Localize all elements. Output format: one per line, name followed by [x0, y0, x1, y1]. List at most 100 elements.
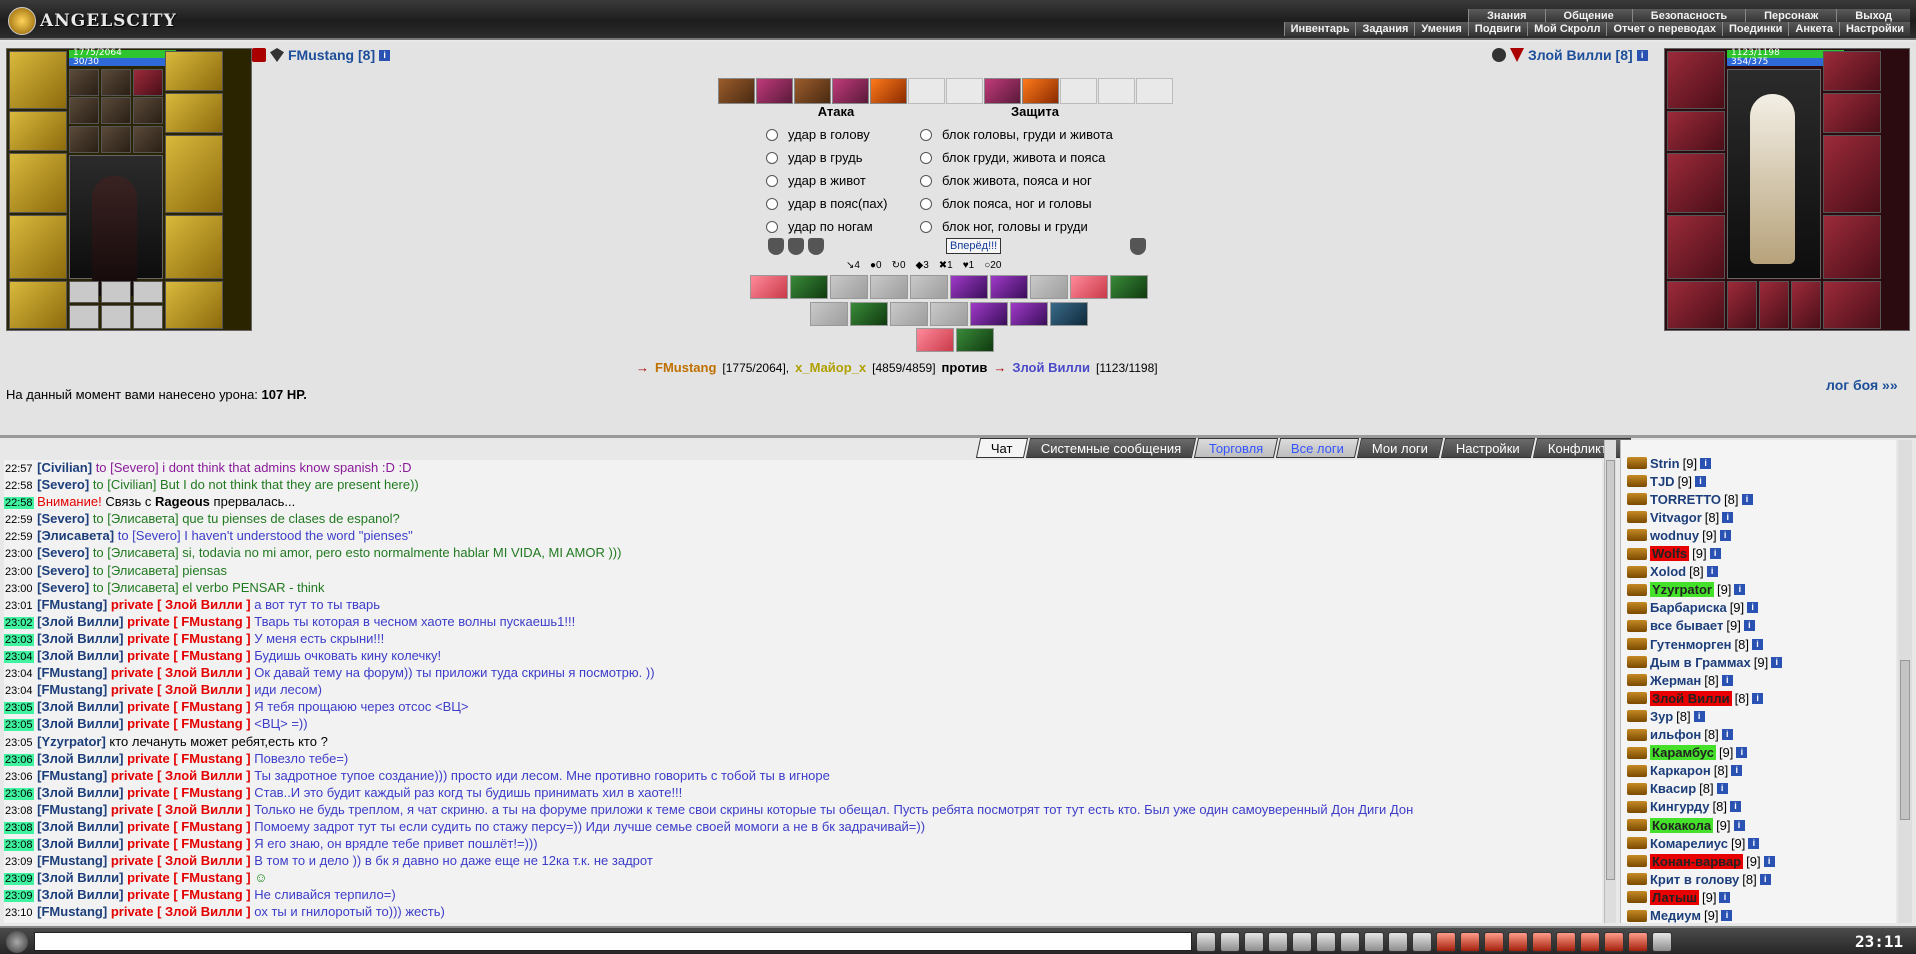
- rune-slot-5[interactable]: [101, 97, 131, 124]
- skill-slot-8[interactable]: [984, 78, 1021, 104]
- menu-settings[interactable]: Настройки: [1838, 22, 1910, 36]
- private-hand-icon[interactable]: [1627, 457, 1647, 469]
- go-button[interactable]: Вперёд!!!: [946, 238, 1002, 254]
- chat-private-target[interactable]: private [ FMustang ]: [127, 836, 251, 851]
- online-user-name[interactable]: Yzyrpator: [1650, 582, 1714, 598]
- private-hand-icon[interactable]: [1627, 475, 1647, 488]
- radio-button[interactable]: [920, 128, 932, 141]
- online-user[interactable]: TJD [9] i: [1627, 472, 1707, 490]
- skill-slot-5[interactable]: [870, 78, 907, 104]
- armor-slot[interactable]: [1667, 215, 1725, 279]
- online-user-name[interactable]: Карамбус: [1650, 745, 1716, 761]
- chat-log[interactable]: 22:57 [Civilian] to [Severo] i dont thin…: [4, 460, 1602, 923]
- chat-private-target[interactable]: private [ Злой Вилли ]: [111, 802, 251, 817]
- attack-groin[interactable]: удар в пояс(пах): [766, 192, 906, 215]
- shield-icon[interactable]: [1130, 238, 1146, 255]
- chat-user[interactable]: Rageous: [155, 494, 210, 509]
- chat-sender[interactable]: [Злой Вилли]: [37, 819, 123, 834]
- private-hand-icon[interactable]: [1627, 511, 1647, 524]
- weapon-slot[interactable]: [9, 153, 67, 213]
- info-icon[interactable]: i: [1741, 493, 1753, 505]
- radio-button[interactable]: [920, 174, 932, 187]
- magic-icon[interactable]: [1460, 932, 1480, 952]
- priem-slot[interactable]: [870, 275, 908, 299]
- amulet-slots[interactable]: [1823, 93, 1881, 133]
- private-hand-icon[interactable]: [1627, 638, 1647, 650]
- rune-slot-1[interactable]: [69, 69, 99, 96]
- online-user[interactable]: Квасир [8] i: [1627, 780, 1728, 798]
- info-icon[interactable]: i: [1759, 873, 1771, 885]
- shield-icon[interactable]: [788, 238, 804, 255]
- online-scrollbar[interactable]: [1898, 440, 1912, 923]
- chat-sender[interactable]: [Злой Вилли]: [37, 699, 123, 714]
- private-hand-icon[interactable]: [1627, 873, 1647, 886]
- info-icon[interactable]: i: [1709, 548, 1721, 559]
- online-user[interactable]: Крит в голову [8] i: [1627, 870, 1771, 888]
- chat-private-target[interactable]: private [ Злой Вилли ]: [111, 597, 251, 612]
- private-hand-icon[interactable]: [1627, 728, 1647, 741]
- priem-slot[interactable]: [990, 275, 1028, 299]
- chat-private-target[interactable]: private [ FMustang ]: [127, 751, 251, 766]
- radio-button[interactable]: [766, 174, 778, 187]
- online-user[interactable]: ильфон [8] i: [1627, 726, 1733, 744]
- priem-slot[interactable]: [810, 302, 848, 326]
- player-name[interactable]: FMustang [8] i: [252, 47, 391, 63]
- shield-slot[interactable]: [1823, 135, 1881, 213]
- ring-slots[interactable]: [1823, 51, 1881, 91]
- tab-settings[interactable]: Настройки: [1441, 438, 1536, 458]
- chat-recipient[interactable]: to [Severo]: [118, 528, 181, 543]
- tab-chat[interactable]: Чат: [975, 438, 1028, 458]
- menu-skills[interactable]: Умения: [1414, 22, 1468, 36]
- private-hand-icon[interactable]: [1627, 583, 1647, 596]
- online-user-name[interactable]: TORRETTO: [1650, 492, 1721, 507]
- chat-scrollbar[interactable]: [1604, 440, 1616, 923]
- menu-character[interactable]: Персонаж: [1745, 9, 1837, 23]
- chat-sender[interactable]: [Severo]: [37, 563, 89, 578]
- menu-achievements[interactable]: Подвиги: [1467, 22, 1528, 36]
- online-user-name[interactable]: Vitvagor: [1650, 510, 1702, 525]
- chat-sender[interactable]: [Civilian]: [37, 460, 92, 475]
- info-icon[interactable]: i: [1733, 819, 1745, 831]
- online-user[interactable]: все бывает [9] i: [1627, 617, 1755, 635]
- info-icon[interactable]: i: [1771, 656, 1783, 668]
- info-icon[interactable]: i: [1721, 729, 1733, 740]
- priem-slot[interactable]: [830, 275, 868, 299]
- chat-sender[interactable]: [Severo]: [37, 511, 89, 526]
- rune-slot-9[interactable]: [133, 126, 163, 153]
- online-user-name[interactable]: Крит в голову: [1650, 872, 1739, 887]
- private-hand-icon[interactable]: [1627, 565, 1647, 578]
- bottom-slot-2[interactable]: [1759, 281, 1789, 329]
- gift-icon[interactable]: [1580, 932, 1600, 952]
- online-user-name[interactable]: wodnuy: [1650, 528, 1699, 543]
- priem-slot[interactable]: [930, 302, 968, 326]
- bottom-slot-3[interactable]: [1791, 281, 1821, 329]
- info-icon[interactable]: i: [1752, 692, 1764, 704]
- users-icon[interactable]: [1292, 932, 1312, 952]
- online-user[interactable]: Strin [9] i: [1627, 454, 1712, 472]
- ring-slots[interactable]: [165, 51, 223, 91]
- rune-slot-7[interactable]: [69, 126, 99, 153]
- online-user[interactable]: Кингурду [8] i: [1627, 798, 1741, 816]
- chat-recipient[interactable]: to [Элисавета]: [93, 580, 179, 595]
- chat-sender[interactable]: [Злой Вилли]: [37, 716, 123, 731]
- legs-slot[interactable]: [165, 215, 223, 279]
- chat-sender[interactable]: [Severo]: [37, 580, 89, 595]
- chat-private-target[interactable]: private [ FMustang ]: [127, 785, 251, 800]
- private-hand-icon[interactable]: [1627, 819, 1647, 831]
- online-user-name[interactable]: TJD: [1650, 474, 1675, 489]
- chat-private-target[interactable]: private [ FMustang ]: [127, 631, 251, 646]
- chat-recipient[interactable]: to [Civilian]: [93, 477, 157, 492]
- priem-slot[interactable]: [750, 275, 788, 299]
- radio-button[interactable]: [766, 220, 778, 233]
- info-icon[interactable]: i: [1700, 457, 1712, 469]
- block-head-chest-belly[interactable]: блок головы, груди и живота: [920, 123, 1150, 146]
- weapon-slot[interactable]: [1667, 153, 1725, 213]
- radio-button[interactable]: [920, 220, 932, 233]
- quest-icon[interactable]: [1604, 932, 1624, 952]
- tab-all-logs[interactable]: Все логи: [1276, 438, 1360, 458]
- priem-slot[interactable]: [1010, 302, 1048, 326]
- block-belly-belt-legs[interactable]: блок живота, пояса и ног: [920, 169, 1150, 192]
- info-icon[interactable]: i: [1719, 891, 1731, 903]
- necklace-slot[interactable]: [9, 111, 67, 151]
- chat-sender[interactable]: [FMustang]: [37, 665, 107, 680]
